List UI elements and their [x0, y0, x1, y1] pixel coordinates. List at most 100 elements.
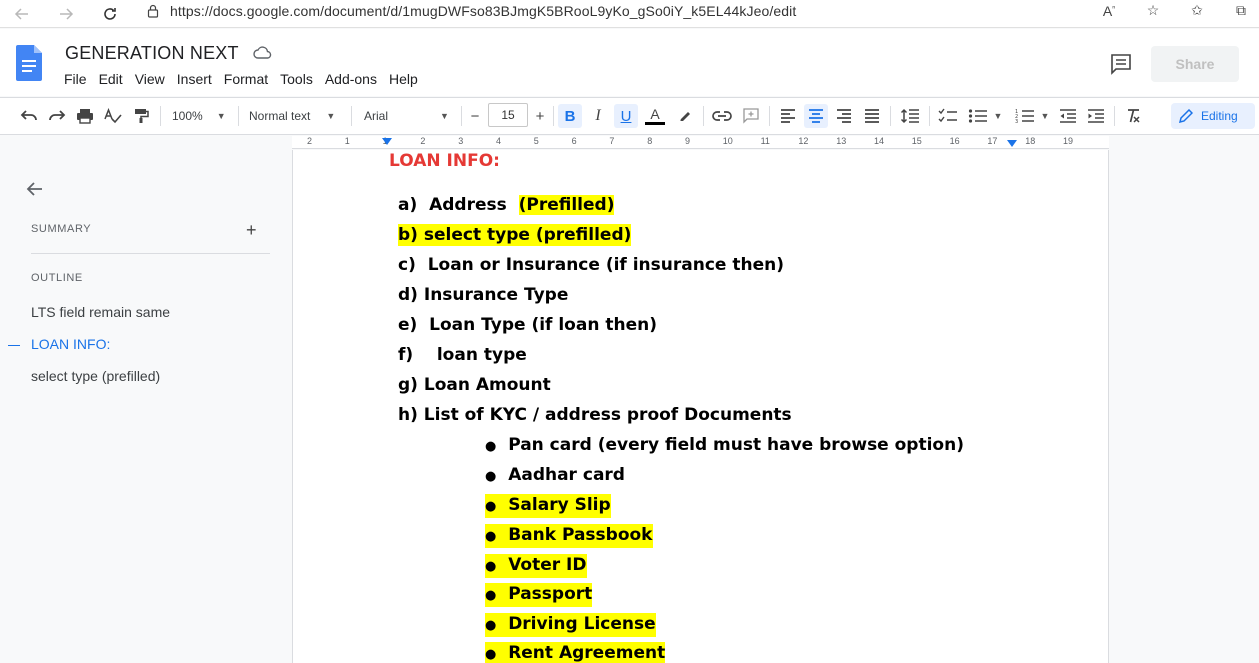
bullet-text: Aadhar card — [508, 465, 625, 485]
forward-arrow-icon[interactable] — [52, 0, 80, 28]
zoom-value: 100% — [172, 109, 203, 123]
share-button[interactable]: Share — [1151, 46, 1239, 82]
list-item[interactable]: d) Insurance Type — [398, 284, 568, 306]
spellcheck-icon[interactable] — [102, 104, 124, 128]
undo-icon[interactable] — [18, 104, 40, 128]
comment-history-icon[interactable] — [1110, 53, 1132, 75]
bullet-item[interactable]: ● Driving License — [485, 613, 656, 637]
bullet-item[interactable]: ● Aadhar card — [485, 464, 625, 488]
increase-indent-icon[interactable] — [1084, 104, 1108, 128]
favorite-add-icon[interactable]: ☆ — [1141, 2, 1165, 19]
list-item[interactable]: b) select type (prefilled) — [398, 224, 632, 246]
add-summary-button[interactable]: + — [246, 220, 257, 241]
list-item-text: Loan Amount — [423, 375, 551, 395]
document-page[interactable]: LOAN INFO: a) Address (Prefilled) b) sel… — [292, 150, 1109, 663]
bullet-item[interactable]: ● Salary Slip — [485, 494, 611, 518]
text-color-swatch — [645, 122, 665, 125]
zoom-select[interactable]: 100% ▼ — [172, 104, 232, 128]
left-indent-marker-icon[interactable] — [382, 138, 392, 145]
ruler-margin — [1109, 136, 1259, 149]
menu-addons[interactable]: Add-ons — [325, 71, 377, 87]
lock-icon[interactable] — [146, 4, 160, 18]
toolbar-divider — [351, 106, 352, 126]
list-item[interactable]: f) loan type — [398, 344, 527, 366]
ruler-margin — [0, 136, 292, 149]
right-gutter — [1110, 150, 1259, 663]
list-item[interactable]: a) Address (Prefilled) — [398, 194, 615, 216]
font-size-input[interactable]: 15 — [488, 103, 528, 127]
menu-help[interactable]: Help — [389, 71, 418, 87]
ruler-mark: 4 — [496, 136, 502, 146]
font-select[interactable]: Arial ▼ — [364, 104, 454, 128]
bullet-icon: ● — [485, 588, 497, 603]
menu-format[interactable]: Format — [224, 71, 268, 87]
chevron-down-icon: ▼ — [993, 111, 1003, 121]
editing-mode-button[interactable]: Editing — [1171, 103, 1255, 129]
bullet-item[interactable]: ● Passport — [485, 583, 593, 607]
italic-button[interactable]: I — [586, 104, 610, 128]
paint-format-icon[interactable] — [130, 104, 152, 128]
collections-icon[interactable]: ⧉ — [1229, 2, 1253, 19]
ruler-mark: 17 — [987, 136, 998, 146]
print-icon[interactable] — [74, 104, 96, 128]
list-item[interactable]: g) Loan Amount — [398, 374, 551, 396]
clear-formatting-icon[interactable] — [1121, 104, 1145, 128]
menu-tools[interactable]: Tools — [280, 71, 313, 87]
address-bar[interactable]: https://docs.google.com/document/d/1mugD… — [170, 3, 796, 19]
docs-logo-icon[interactable] — [16, 45, 42, 81]
favorites-icon[interactable]: ✩ — [1185, 2, 1209, 19]
list-item-text: Insurance Type — [423, 285, 569, 305]
close-outline-arrow-icon[interactable] — [26, 180, 44, 198]
align-right-icon[interactable] — [832, 104, 856, 128]
ruler-mark: 9 — [685, 136, 691, 146]
cloud-saved-icon[interactable] — [253, 45, 273, 61]
underline-button[interactable]: U — [614, 104, 638, 128]
bullet-icon: ● — [485, 559, 497, 574]
menu-view[interactable]: View — [135, 71, 165, 87]
bold-button[interactable]: B — [558, 104, 582, 128]
decrease-indent-icon[interactable] — [1056, 104, 1080, 128]
right-indent-marker-icon[interactable] — [1007, 140, 1017, 147]
menu-edit[interactable]: Edit — [99, 71, 123, 87]
add-comment-icon[interactable] — [739, 104, 763, 128]
outline-item-select-type[interactable]: select type (prefilled) — [31, 368, 160, 384]
bullet-item[interactable]: ● Pan card (every field must have browse… — [485, 434, 964, 458]
outline-item-loan-info[interactable]: LOAN INFO: — [31, 336, 110, 352]
list-item[interactable]: e) Loan Type (if loan then) — [398, 314, 657, 336]
menu-insert[interactable]: Insert — [177, 71, 212, 87]
list-marker: a) — [398, 195, 418, 215]
ruler-mark: 10 — [722, 136, 733, 146]
align-justify-icon[interactable] — [860, 104, 884, 128]
chevron-down-icon: ▼ — [216, 111, 226, 121]
paragraph-style-select[interactable]: Normal text ▼ — [249, 104, 341, 128]
checklist-icon[interactable] — [935, 104, 961, 128]
align-left-icon[interactable] — [776, 104, 800, 128]
list-item[interactable]: c) Loan or Insurance (if insurance then) — [398, 254, 784, 276]
decrease-font-size-button[interactable]: − — [466, 104, 484, 128]
horizontal-ruler[interactable]: 2 1 1 2 3 4 5 6 7 8 9 10 11 12 13 14 15 16 17 18 19 — [292, 136, 1109, 149]
document-title[interactable]: GENERATION NEXT — [65, 43, 239, 64]
bullet-text: Voter ID — [508, 555, 587, 575]
insert-link-icon[interactable] — [710, 104, 734, 128]
highlight-color-icon[interactable] — [673, 104, 697, 128]
list-item[interactable]: h) List of KYC / address proof Documents — [398, 404, 792, 426]
list-marker: e) — [398, 315, 418, 335]
bullet-item[interactable]: ● Voter ID — [485, 554, 587, 578]
outline-item-lts-field[interactable]: LTS field remain same — [31, 304, 170, 320]
ruler-mark: 2 — [307, 136, 313, 146]
bullet-item[interactable]: ● Bank Passbook — [485, 524, 653, 548]
numbered-list-icon[interactable]: 123 ▼ — [1012, 104, 1052, 128]
redo-icon[interactable] — [46, 104, 68, 128]
text-color-button[interactable]: A — [643, 104, 667, 128]
bulleted-list-icon[interactable]: ▼ — [966, 104, 1004, 128]
line-spacing-icon[interactable] — [897, 104, 923, 128]
loan-info-heading[interactable]: LOAN INFO: — [389, 151, 500, 171]
bullet-item[interactable]: ● Rent Agreement — [485, 642, 666, 663]
read-aloud-icon[interactable]: Aⁿ — [1097, 3, 1121, 19]
back-arrow-icon[interactable] — [8, 0, 36, 28]
toolbar-divider — [238, 106, 239, 126]
menu-file[interactable]: File — [64, 71, 87, 87]
increase-font-size-button[interactable]: + — [531, 104, 549, 128]
refresh-icon[interactable] — [96, 0, 124, 28]
align-center-icon[interactable] — [804, 104, 828, 128]
